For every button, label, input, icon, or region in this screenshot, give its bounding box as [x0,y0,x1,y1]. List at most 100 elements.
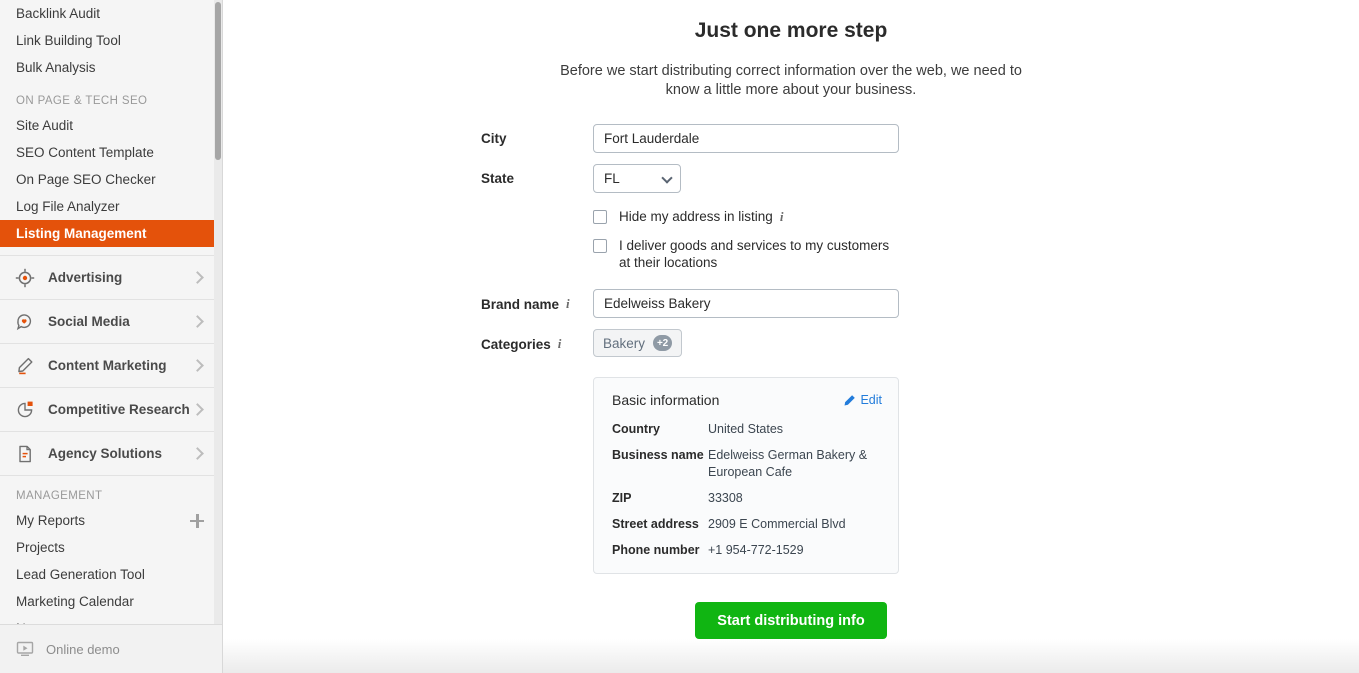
card-value-business-name: Edelweiss German Bakery & European Cafe [708,447,882,481]
sidebar-item-my-reports[interactable]: My Reports [0,507,222,534]
brand-name-label: Brand name i [481,289,593,312]
sidebar-item-content-marketing[interactable]: Content Marketing [0,343,222,387]
card-row-zip: ZIP 33308 [612,490,882,507]
page-subtitle: Before we start distributing correct inf… [556,62,1026,100]
sidebar-scrollbar-track[interactable] [214,0,222,624]
chevron-right-icon [191,447,204,460]
sidebar-item-backlink-audit[interactable]: Backlink Audit [0,0,222,27]
categories-info-icon[interactable]: i [558,336,562,352]
state-label: State [481,164,593,186]
sidebar-item-social-media[interactable]: Social Media [0,299,222,343]
brand-name-label-text: Brand name [481,297,559,312]
sidebar-footer-online-demo[interactable]: Online demo [0,624,222,673]
state-control: FLALAKAZCACOGANYTX [593,164,1101,193]
online-demo-label: Online demo [46,642,120,657]
card-key-street-address: Street address [612,516,708,533]
basic-information-title: Basic information [612,392,719,408]
hide-address-checkbox[interactable] [593,210,607,224]
brand-name-input[interactable] [593,289,899,318]
sidebar-item-advertising[interactable]: Advertising [0,255,222,299]
hide-address-info-icon[interactable]: i [780,209,784,224]
sidebar-item-marketing-calendar[interactable]: Marketing Calendar [0,588,222,615]
sidebar-top-links: Backlink Audit Link Building Tool Bulk A… [0,0,222,81]
categories-chip[interactable]: Bakery +2 [593,329,682,357]
checkbox-group: Hide my address in listingi I deliver go… [593,204,1101,271]
sidebar-item-seo-content-template[interactable]: SEO Content Template [0,139,222,166]
card-value-street-address: 2909 E Commercial Blvd [708,516,882,533]
chevron-right-icon [191,315,204,328]
sidebar-item-link-building-tool[interactable]: Link Building Tool [0,27,222,54]
chat-heart-icon [14,311,36,333]
sidebar-section-links: Site Audit SEO Content Template On Page … [0,112,222,247]
card-value-phone-number: +1 954-772-1529 [708,542,882,559]
chevron-right-icon [191,359,204,372]
sidebar-item-social-media-label: Social Media [48,314,193,329]
checkbox-group-spacer [481,204,593,211]
city-input[interactable] [593,124,899,153]
card-row-country: Country United States [612,421,882,438]
sidebar-section-on-page-tech-seo: ON PAGE & TECH SEO [0,81,222,112]
categories-chip-badge: +2 [653,335,672,351]
categories-chip-label: Bakery [603,336,645,351]
basic-information-card: Basic information Edit Country United St… [593,377,899,574]
sidebar-item-on-page-seo-checker[interactable]: On Page SEO Checker [0,166,222,193]
pencil-icon [14,355,36,377]
hide-address-label[interactable]: Hide my address in listingi [619,208,783,225]
start-distributing-info-button[interactable]: Start distributing info [695,602,886,639]
card-key-zip: ZIP [612,490,708,507]
sidebar-item-log-file-analyzer[interactable]: Log File Analyzer [0,193,222,220]
sidebar-section-management: MANAGEMENT [0,476,222,507]
main-inner: Just one more step Before we start distr… [223,0,1359,639]
sidebar-item-listing-management[interactable]: Listing Management [0,220,222,247]
edit-basic-information-link[interactable]: Edit [843,393,882,407]
card-value-country: United States [708,421,882,438]
city-label: City [481,124,593,146]
sidebar-item-competitive-research-label: Competitive Research [48,402,193,417]
cta-wrap: Start distributing info [481,602,1101,639]
field-row-checkboxes: Hide my address in listingi I deliver go… [481,204,1101,271]
sidebar-item-competitive-research[interactable]: Competitive Research [0,387,222,431]
sidebar-item-projects[interactable]: Projects [0,534,222,561]
business-details-form: City State FLALAKAZCACOGANYTX [481,124,1101,639]
sidebar-scrollbar-thumb[interactable] [215,2,221,160]
sidebar-management-block: MANAGEMENT My Reports Projects Lead Gene… [0,475,222,624]
deliver-goods-label[interactable]: I deliver goods and services to my custo… [619,237,899,271]
document-icon [14,443,36,465]
card-row-business-name: Business name Edelweiss German Bakery & … [612,447,882,481]
sidebar-item-site-audit[interactable]: Site Audit [0,112,222,139]
sidebar-item-agency-solutions[interactable]: Agency Solutions [0,431,222,475]
card-value-zip: 33308 [708,490,882,507]
brand-name-info-icon[interactable]: i [566,296,570,312]
card-key-business-name: Business name [612,447,708,481]
sidebar-item-my-reports-label: My Reports [16,511,85,530]
sidebar-spacer [0,247,222,255]
sidebar-item-content-marketing-label: Content Marketing [48,358,193,373]
field-row-city: City [481,124,1101,153]
field-row-state: State FLALAKAZCACOGANYTX [481,164,1101,193]
edit-link-label: Edit [860,393,882,407]
categories-label: Categories i [481,329,593,352]
brand-name-control [593,289,1101,318]
city-control [593,124,1101,153]
card-key-phone-number: Phone number [612,542,708,559]
card-row-street-address: Street address 2909 E Commercial Blvd [612,516,882,533]
main-content: Just one more step Before we start distr… [223,0,1359,673]
sidebar-item-notes[interactable]: Notes [0,615,222,624]
checkbox-row-hide-address: Hide my address in listingi [593,208,1101,225]
field-row-brand-name: Brand name i [481,289,1101,318]
state-select[interactable]: FLALAKAZCACOGANYTX [593,164,681,193]
app-root: Backlink Audit Link Building Tool Bulk A… [0,0,1359,673]
state-select-wrap: FLALAKAZCACOGANYTX [593,164,681,193]
card-key-country: Country [612,421,708,438]
field-row-categories: Categories i Bakery +2 [481,329,1101,357]
sidebar-item-lead-generation-tool[interactable]: Lead Generation Tool [0,561,222,588]
add-report-plus-icon[interactable] [190,514,204,528]
categories-label-text: Categories [481,337,551,352]
card-row-phone-number: Phone number +1 954-772-1529 [612,542,882,559]
deliver-goods-checkbox[interactable] [593,239,607,253]
pie-chart-icon [14,399,36,421]
sidebar-item-bulk-analysis[interactable]: Bulk Analysis [0,54,222,81]
online-demo-icon [16,641,34,657]
target-icon [14,267,36,289]
sidebar-item-advertising-label: Advertising [48,270,193,285]
